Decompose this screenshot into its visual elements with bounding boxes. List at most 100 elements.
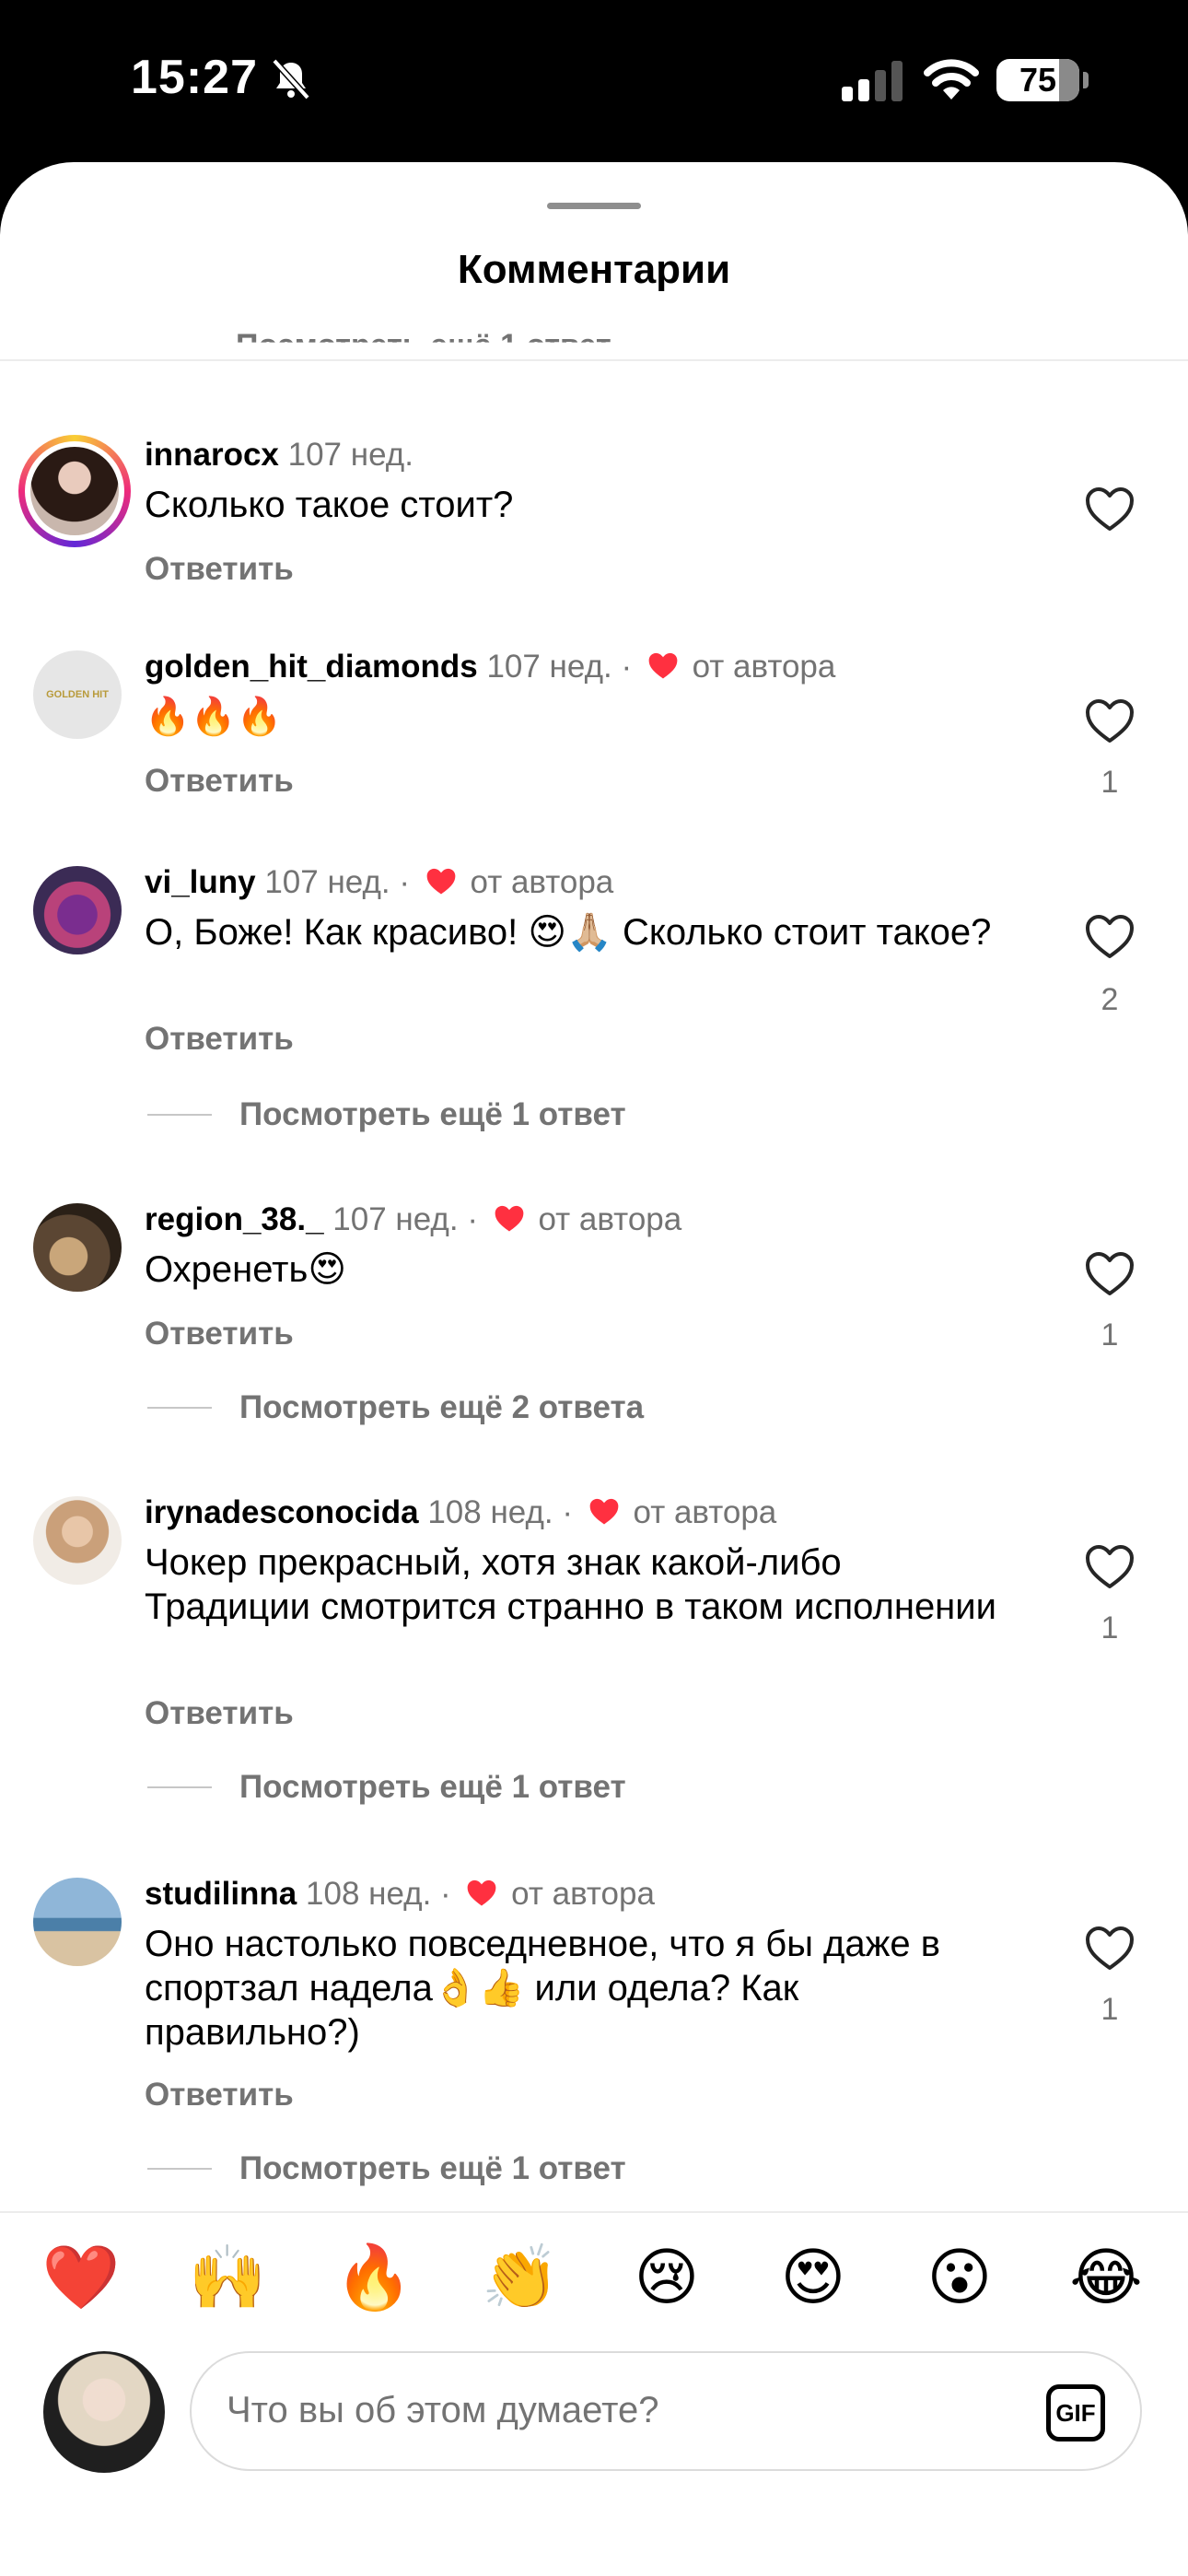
author-heart-icon — [589, 1498, 619, 1525]
battery-empty-part — [1059, 59, 1079, 101]
avatar[interactable] — [33, 1203, 122, 1292]
comment-text: Сколько такое стоит? — [145, 485, 514, 525]
view-more-replies-label[interactable]: Посмотреть ещё 1 ответ — [239, 1096, 626, 1133]
emoji-clapping-hands[interactable]: 👏 — [476, 2233, 565, 2322]
separator-dot: · — [399, 864, 411, 900]
emoji-surprised-face[interactable]: 😮 — [915, 2233, 1004, 2322]
comment-meta: studilinna 108 нед. · от автора — [145, 1874, 655, 1914]
comment-time: 107 нед. — [332, 1201, 459, 1237]
cellular-signal-icon — [842, 61, 903, 101]
avatar[interactable] — [33, 1496, 122, 1585]
comment-meta: irynadesconocida 108 нед. · от автора — [145, 1493, 776, 1533]
emoji-quick-bar: ❤️ 🙌 🔥 👏 😢 😍 😮 😂 — [0, 2233, 1188, 2322]
emoji-heart-eyes[interactable]: 😍 — [769, 2233, 857, 2322]
author-heart-icon — [495, 1205, 524, 1232]
heart-outline-icon[interactable] — [1085, 914, 1135, 960]
replies-line — [147, 1114, 212, 1116]
like-count[interactable]: 1 — [1072, 765, 1147, 801]
status-time: 15:27 — [131, 51, 258, 104]
like-count[interactable]: 1 — [1072, 1317, 1147, 1353]
comment-meta: innarocx 107 нед. — [145, 435, 413, 475]
comment-meta: vi_luny 107 нед. · от автора — [145, 862, 613, 903]
heart-outline-icon[interactable] — [1085, 698, 1135, 744]
comment-input[interactable]: Что вы об этом думаете? GIF — [190, 2351, 1142, 2471]
view-more-replies[interactable]: Посмотреть ещё 1 ответ — [147, 1769, 626, 1806]
wifi-icon — [924, 59, 979, 100]
liked-by-author-label: от автора — [511, 1876, 655, 1912]
view-more-replies-label[interactable]: Посмотреть ещё 1 ответ — [239, 2150, 626, 2187]
like-count[interactable]: 2 — [1072, 982, 1147, 1018]
separator-dot: · — [440, 1876, 451, 1912]
emoji-red-heart[interactable]: ❤️ — [37, 2233, 125, 2322]
battery-level: 75 — [1019, 61, 1057, 99]
liked-by-author-label: от автора — [470, 864, 614, 900]
story-ring[interactable] — [18, 435, 131, 547]
emoji-bar-divider — [0, 2211, 1188, 2213]
header-divider — [0, 359, 1188, 361]
reply-button[interactable]: Ответить — [145, 551, 294, 588]
comment-text: Чокер прекрасный, хотя знак какой-либо Т… — [145, 1542, 996, 1627]
like-count[interactable]: 1 — [1072, 1610, 1147, 1646]
emoji-tears-of-joy[interactable]: 😂 — [1062, 2233, 1150, 2322]
reply-button[interactable]: Ответить — [145, 763, 294, 800]
avatar-brand-text: GOLDEN HIT — [46, 689, 109, 700]
comment-time: 108 нед. — [427, 1494, 553, 1530]
emoji-fire[interactable]: 🔥 — [330, 2233, 418, 2322]
view-more-replies[interactable]: Посмотреть ещё 1 ответ — [147, 2150, 626, 2187]
replies-line — [147, 1407, 212, 1409]
author-heart-icon — [468, 1879, 496, 1906]
author-heart-icon — [426, 868, 456, 895]
username[interactable]: studilinna — [145, 1876, 297, 1912]
replies-line — [147, 1786, 212, 1788]
heart-outline-icon[interactable] — [1085, 1251, 1135, 1297]
comment-meta: region_38._ 107 нед. · от автора — [145, 1200, 681, 1240]
like-count[interactable]: 1 — [1072, 1992, 1147, 2028]
comment-text: 🔥🔥🔥 — [145, 697, 283, 737]
heart-outline-icon[interactable] — [1085, 486, 1135, 533]
avatar[interactable] — [30, 447, 119, 535]
reply-button[interactable]: Ответить — [145, 1695, 294, 1732]
view-more-replies[interactable]: Посмотреть ещё 1 ответ — [147, 1096, 626, 1133]
avatar[interactable] — [33, 866, 122, 954]
sheet-title: Комментарии — [0, 247, 1188, 293]
reply-button[interactable]: Ответить — [145, 2077, 294, 2113]
replies-line — [147, 2168, 212, 2170]
comment-text: Охренеть😍 — [145, 1249, 347, 1290]
author-heart-icon — [648, 652, 678, 679]
username[interactable]: region_38._ — [145, 1201, 324, 1237]
view-more-replies-label[interactable]: Посмотреть ещё 1 ответ — [239, 1769, 626, 1806]
avatar[interactable]: GOLDEN HIT — [33, 650, 122, 739]
separator-dot: · — [621, 649, 633, 685]
comments-sheet: Посмотреть ещё 1 ответ Комментарии innar… — [0, 162, 1188, 2576]
heart-outline-icon[interactable] — [1085, 1926, 1135, 1972]
comment-time: 107 нед. — [287, 437, 413, 473]
avatar[interactable] — [33, 1878, 122, 1966]
username[interactable]: irynadesconocida — [145, 1494, 419, 1530]
view-more-replies[interactable]: Посмотреть ещё 2 ответа — [147, 1389, 644, 1426]
separator-dot: · — [467, 1201, 478, 1237]
liked-by-author-label: от автора — [692, 649, 836, 685]
username[interactable]: vi_luny — [145, 864, 256, 900]
comment-time: 107 нед. — [264, 864, 390, 900]
emoji-raising-hands[interactable]: 🙌 — [183, 2233, 272, 2322]
heart-outline-icon[interactable] — [1085, 1544, 1135, 1590]
comment-text: Оно настолько повседневное, что я бы даж… — [145, 1924, 941, 2053]
battery-cap — [1083, 72, 1089, 88]
comment-time: 108 нед. — [306, 1876, 432, 1912]
username[interactable]: golden_hit_diamonds — [145, 649, 478, 685]
username[interactable]: innarocx — [145, 437, 279, 473]
reply-button[interactable]: Ответить — [145, 1021, 294, 1058]
current-user-avatar — [43, 2351, 165, 2473]
comment-meta: golden_hit_diamonds 107 нед. · от автора — [145, 647, 835, 687]
bell-slash-icon — [272, 58, 310, 100]
status-bar: 15:27 75 — [0, 0, 1188, 166]
gif-button[interactable]: GIF — [1046, 2384, 1105, 2441]
sheet-grabber[interactable] — [547, 203, 641, 209]
reply-button[interactable]: Ответить — [145, 1316, 294, 1352]
comment-input-placeholder: Что вы об этом думаете? — [227, 2390, 659, 2430]
view-more-replies-label[interactable]: Посмотреть ещё 2 ответа — [239, 1389, 644, 1426]
liked-by-author-label: от автора — [538, 1201, 682, 1237]
comment-text: О, Боже! Как красиво! 😍🙏🏼 Сколько стоит … — [145, 912, 992, 953]
emoji-crying-face[interactable]: 😢 — [623, 2233, 711, 2322]
comment-time: 107 нед. — [486, 649, 612, 685]
